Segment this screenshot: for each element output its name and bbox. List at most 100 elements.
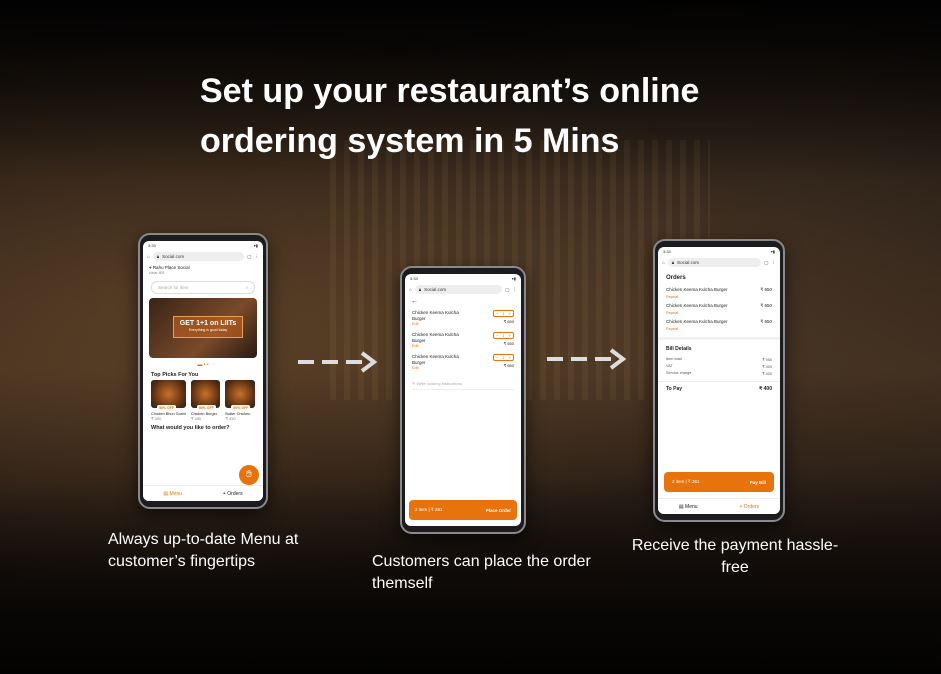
order-item-name: Chicken Keema Kulcha Burger (666, 319, 728, 324)
browser-bar: ⌂ 🔒︎ Social.com ▢ ⋮ (405, 283, 521, 296)
bill-value: ₹ 400 (762, 365, 772, 369)
phone-menu-screen: 3:33 ▾▮ ⌂ 🔒︎ Social.com ▢ ⋮ ⌖ Rahu Place… (138, 233, 268, 509)
top-picks-list: 50% OFF Chicken Bhun Gosht ₹ 450 50% OFF… (143, 380, 263, 421)
dashed-arrow-icon (547, 348, 627, 370)
url-field[interactable]: 🔒︎ Social.com (152, 252, 245, 261)
quantity-value: 1 (502, 311, 505, 316)
place-order-button[interactable]: 2 item | ₹ 261 Place Order (409, 500, 517, 520)
status-time: 3:33 (663, 249, 671, 254)
tabs-icon[interactable]: ▢ (247, 254, 251, 260)
pay-summary: 2 item | ₹ 261 (672, 479, 700, 484)
bill-label: Item total (666, 357, 682, 361)
repeat-link[interactable]: Repeat (658, 327, 780, 333)
nav-orders[interactable]: ◓ Orders (223, 491, 243, 497)
order-item-price: ₹ 650 (760, 303, 772, 308)
bottom-nav: ▤ Menu ◓ Orders (658, 498, 780, 514)
bill-label: Service charge (666, 371, 692, 375)
browser-bar: ⌂ 🔒︎ Social.com ▢ ⋮ (143, 250, 263, 263)
orders-screen: 3:33 ▾▮ ⌂ 🔒︎ Social.com ▢ ⋮ Orders Chick… (658, 247, 780, 514)
back-arrow-icon[interactable]: ← (405, 296, 521, 307)
search-placeholder: Search for item (158, 285, 189, 290)
pick-item[interactable]: 50% OFF Butter Chicken ₹ 450 (225, 380, 255, 421)
home-icon[interactable]: ⌂ (662, 260, 665, 265)
cooking-instructions-input[interactable]: ✎ Write cooking instructions (412, 381, 514, 390)
phone-cart-screen: 3:33 ▾▮ ⌂ 🔒︎ Social.com ▢ ⋮ ← Chicken Ke… (400, 266, 526, 534)
lock-icon: 🔒︎ (156, 254, 160, 259)
quantity-stepper[interactable]: −1 + (493, 310, 514, 317)
nav-menu[interactable]: ▤ Menu (163, 491, 182, 497)
url-field[interactable]: 🔒︎ Social.com (667, 258, 762, 267)
pick-image: 50% OFF (151, 380, 186, 411)
discount-badge: 50% OFF (196, 405, 216, 411)
url-field[interactable]: 🔒︎ Social.com (414, 285, 503, 294)
signal-icon: ▾▮ (253, 243, 258, 248)
more-icon[interactable]: ⋮ (513, 287, 518, 293)
cart-item-name: Chicken Keema Kulcha Burger (412, 310, 459, 321)
more-icon[interactable]: ⋮ (255, 254, 260, 260)
discount-badge: 50% OFF (157, 405, 176, 411)
order-prompt: What would you like to order? (151, 425, 230, 431)
to-pay-value: ₹ 400 (759, 386, 772, 392)
status-time: 3:33 (148, 243, 156, 248)
cart-summary: 2 item | ₹ 261 (415, 507, 443, 512)
caption-step-1: Always up-to-date Menu at customer’s fin… (108, 531, 299, 570)
promo-title: GET 1+1 on LIITs (179, 320, 237, 327)
quantity-stepper[interactable]: −1 + (493, 332, 514, 339)
status-time: 3:33 (410, 276, 418, 281)
menu-icon: ▤ (163, 490, 169, 497)
menu-screen: 3:33 ▾▮ ⌂ 🔒︎ Social.com ▢ ⋮ ⌖ Rahu Place… (143, 241, 263, 501)
status-bar: 3:33 ▾▮ (405, 274, 521, 283)
home-icon[interactable]: ⌂ (409, 287, 412, 292)
search-input[interactable]: Search for item ⌕ (151, 281, 255, 294)
tabs-icon[interactable]: ▢ (764, 260, 768, 266)
cart-item-price: ₹ 650 (503, 341, 514, 346)
pick-price: ₹ 450 (151, 416, 162, 421)
pick-item[interactable]: 50% OFF Chicken Bhun Gosht ₹ 450 (151, 380, 186, 421)
cart-item: Chicken Keema Kulcha Burger Edit −1 + ₹ 6… (405, 307, 521, 329)
cart-item-price: ₹ 650 (503, 319, 514, 324)
pay-bill-button[interactable]: 2 item | ₹ 261 Pay Bill (664, 472, 774, 492)
more-icon[interactable]: ⋮ (772, 260, 777, 266)
lock-icon: 🔒︎ (671, 260, 675, 265)
url-text: Social.com (162, 254, 185, 259)
cart-item-price: ₹ 650 (503, 363, 514, 368)
status-bar: 3:33 ▾▮ (658, 247, 780, 256)
quantity-value: 1 (502, 355, 505, 360)
bill-details-title: Bill Details (666, 346, 692, 352)
orders-title: Orders (666, 275, 686, 281)
edit-icon: ✎ (412, 381, 416, 386)
edit-link[interactable]: Edit (412, 344, 472, 348)
caption-step-3: Receive the payment hassle-free (631, 537, 839, 576)
quantity-stepper[interactable]: −1 + (493, 354, 514, 361)
nav-menu-label: Menu (685, 503, 698, 510)
browser-bar: ⌂ 🔒︎ Social.com ▢ ⋮ (658, 256, 780, 269)
cart-screen: 3:33 ▾▮ ⌂ 🔒︎ Social.com ▢ ⋮ ← Chicken Ke… (405, 274, 521, 526)
top-picks-title: Top Picks For You (151, 372, 199, 378)
promo-banner[interactable]: GET 1+1 on LIITs Everything is good toda… (149, 298, 257, 358)
tabs-icon[interactable]: ▢ (505, 287, 509, 293)
cart-item-name: Chicken Keema Kulcha Burger (412, 354, 459, 365)
url-text: Social.com (424, 287, 447, 292)
nav-orders[interactable]: ◓ Orders (739, 504, 759, 510)
bill-row: Service charge ₹ 400 (658, 370, 780, 377)
order-item-name: Chicken Keema Kulcha Burger (666, 287, 728, 292)
location[interactable]: ⌖ Rahu Place Social Near BR (143, 263, 263, 277)
hand-wave-icon[interactable]: ✋︎ (239, 465, 259, 485)
edit-link[interactable]: Edit (412, 366, 472, 370)
bill-value: ₹ 400 (762, 372, 772, 376)
orders-icon: ◓ (739, 503, 743, 510)
nav-menu[interactable]: ▤ Menu (679, 504, 698, 510)
place-order-label: Place Order (485, 507, 511, 513)
pay-bill-label: Pay Bill (749, 479, 766, 485)
home-icon[interactable]: ⌂ (147, 254, 150, 259)
bill-value: ₹ 950 (762, 358, 772, 362)
order-row: Chicken Keema Kulcha Burger ₹ 650 (658, 285, 780, 295)
url-text: Social.com (677, 260, 700, 265)
dashed-arrow-icon (298, 351, 378, 373)
pick-item[interactable]: 50% OFF Chicken Burger ₹ 450 (190, 380, 221, 421)
signal-icon: ▾▮ (770, 249, 775, 254)
order-item-name: Chicken Keema Kulcha Burger (666, 303, 728, 308)
order-item-price: ₹ 650 (760, 319, 772, 324)
pick-price: ₹ 450 (190, 416, 202, 421)
edit-link[interactable]: Edit (412, 322, 472, 326)
